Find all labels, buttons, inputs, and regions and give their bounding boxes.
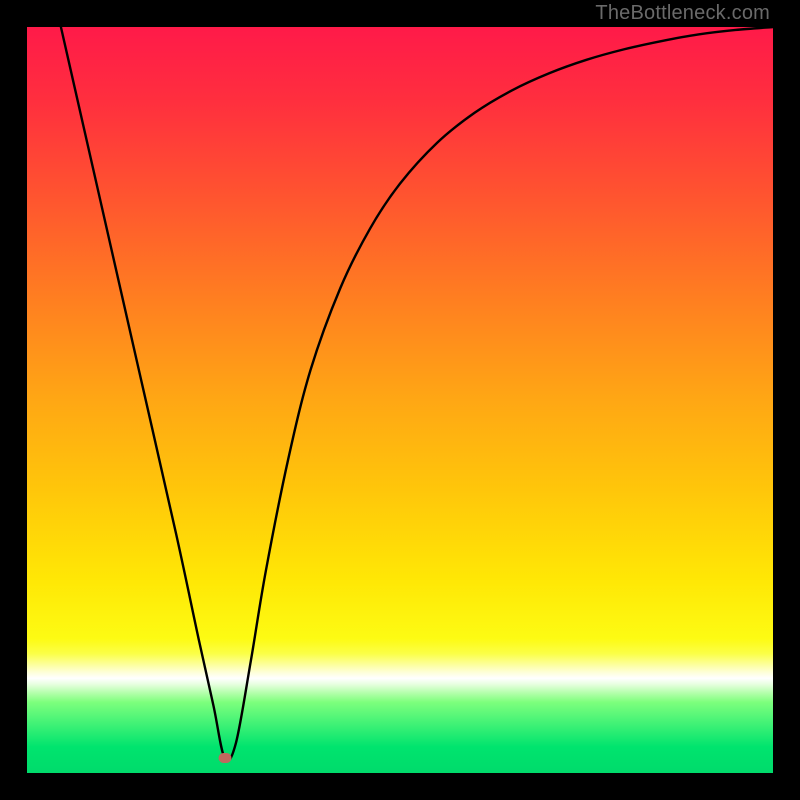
bottleneck-curve: [27, 27, 773, 773]
optimal-point-marker: [218, 753, 231, 763]
watermark-text: TheBottleneck.com: [595, 2, 770, 25]
